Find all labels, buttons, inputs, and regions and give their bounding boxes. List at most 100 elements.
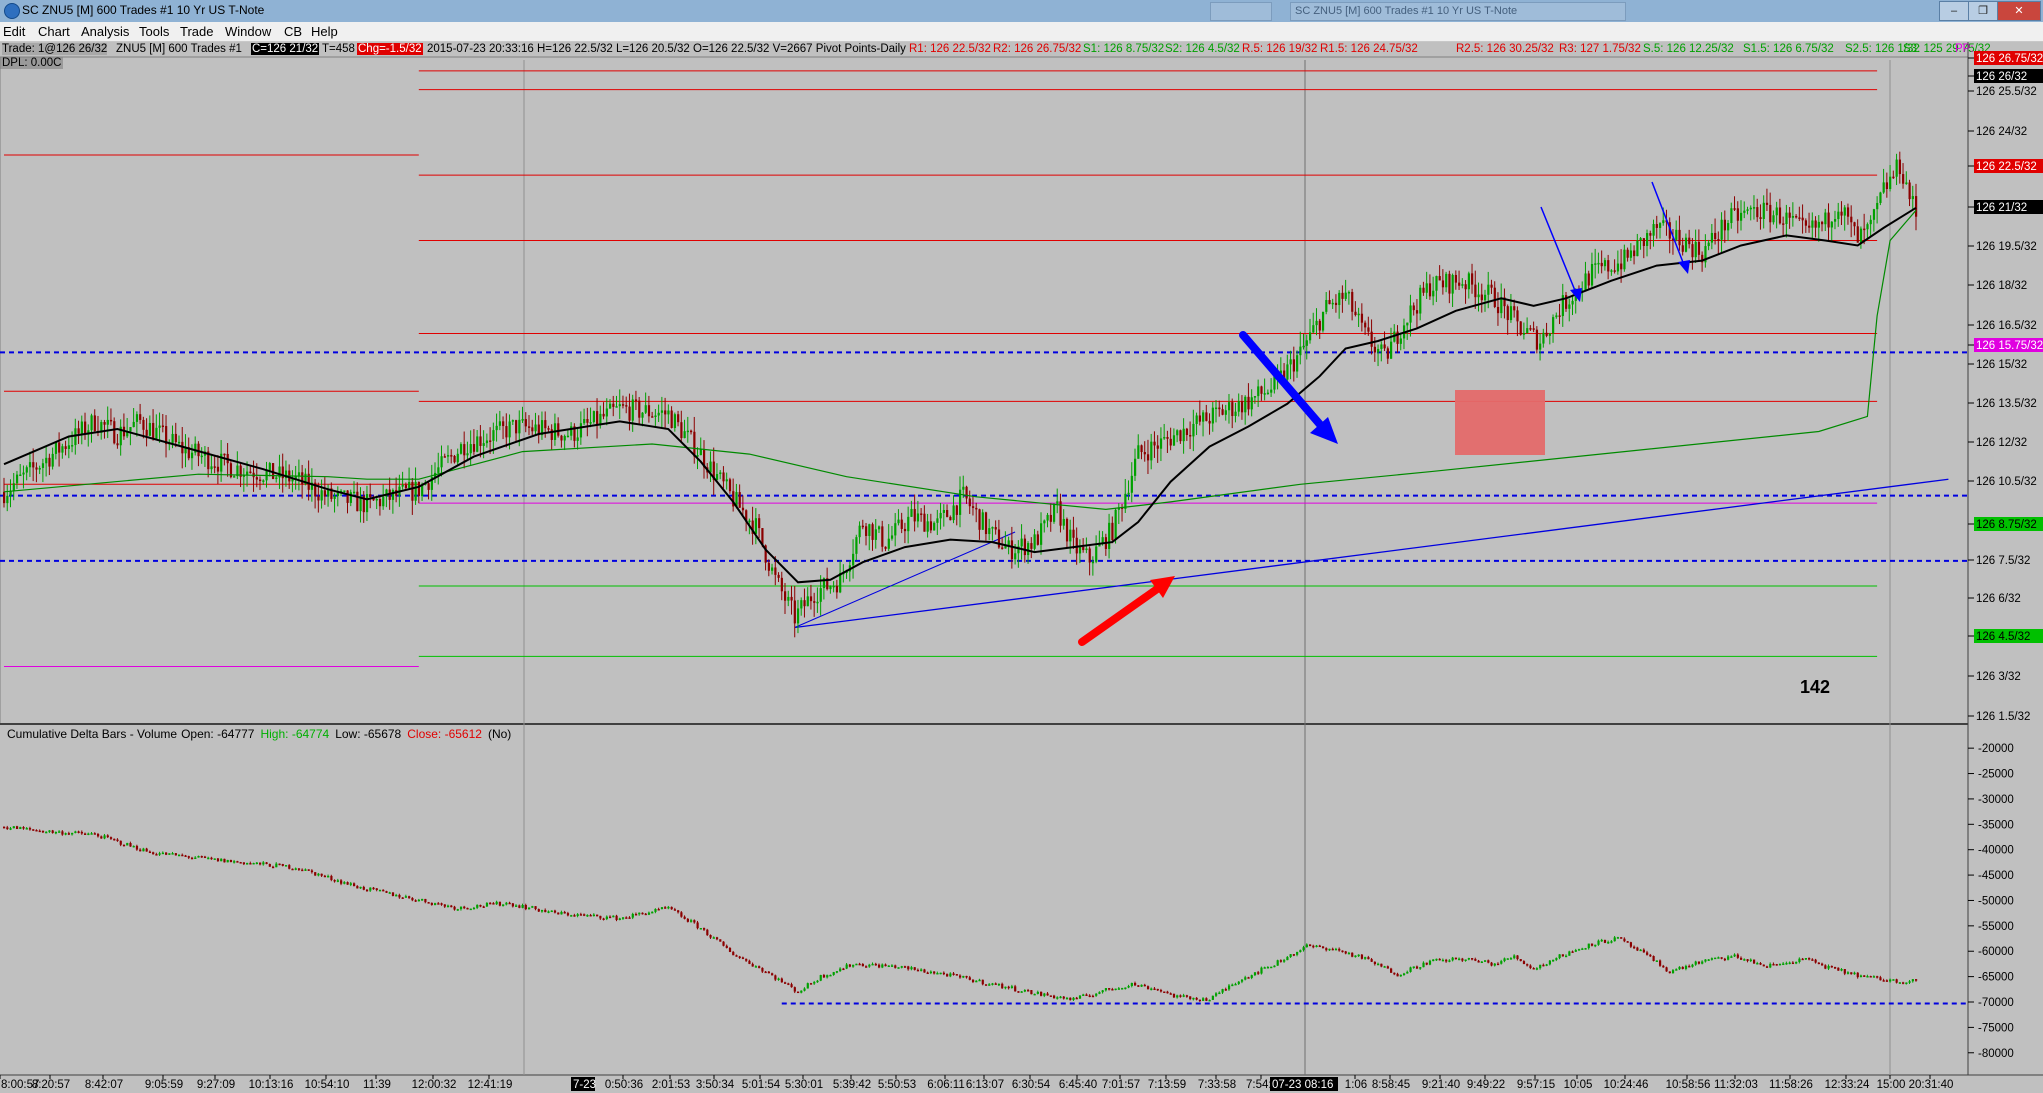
delta-y-axis[interactable]: -20000 -25000 -30000 -35000 -40000 -45000 -500… bbox=[1968, 743, 2014, 1060]
delta-bar bbox=[1620, 937, 1623, 939]
price-y-axis[interactable]: 126 26.75/32 126 26/32 126 25.5/32 126 24/3… bbox=[1968, 51, 2043, 723]
time-axis-label: 5:30:01 bbox=[785, 1079, 823, 1091]
delta-bar bbox=[518, 905, 521, 908]
candle-body bbox=[1415, 310, 1419, 314]
delta-bar bbox=[1639, 949, 1642, 952]
candle-body bbox=[1033, 534, 1036, 549]
delta-bar bbox=[890, 965, 894, 967]
delta-bar bbox=[126, 843, 129, 846]
delta-bar bbox=[1727, 956, 1730, 960]
delta-bar bbox=[1561, 954, 1564, 957]
candle-body bbox=[1866, 224, 1869, 230]
delta-bar bbox=[949, 973, 952, 977]
indicator-title: Cumulative Delta Bars - Volume Open: -647… bbox=[7, 727, 511, 741]
delta-bar bbox=[1905, 982, 1908, 985]
delta-bar bbox=[1383, 966, 1386, 968]
delta-bar bbox=[1312, 945, 1315, 948]
candle-body bbox=[1370, 331, 1373, 347]
candle-body bbox=[1195, 415, 1198, 424]
delta-bar bbox=[758, 966, 761, 968]
delta-bar bbox=[1253, 972, 1257, 976]
candle-body bbox=[93, 415, 96, 431]
candle-body bbox=[408, 481, 411, 489]
delta-axis-label: -80000 bbox=[1978, 1048, 2014, 1060]
delta-bar bbox=[1224, 989, 1227, 991]
candle-body bbox=[1827, 212, 1830, 228]
delta-bar bbox=[531, 906, 534, 908]
moving-average-green bbox=[3, 209, 1917, 511]
candle-body bbox=[32, 462, 35, 468]
delta-bar bbox=[87, 833, 90, 836]
delta-bar bbox=[330, 875, 333, 880]
time-axis-label: 11:39 bbox=[363, 1079, 391, 1091]
candle-body bbox=[1629, 250, 1633, 258]
delta-bar bbox=[158, 853, 161, 855]
candle-body bbox=[1707, 242, 1710, 247]
delta-bar bbox=[12, 826, 15, 829]
candle-body bbox=[1357, 313, 1360, 316]
delta-axis-label: -30000 bbox=[1978, 794, 2014, 806]
delta-bar bbox=[1377, 963, 1380, 966]
delta-bar bbox=[852, 964, 855, 967]
indicator-high: High: -64774 bbox=[260, 727, 329, 741]
price-candles bbox=[3, 151, 1918, 638]
candle-body bbox=[790, 596, 793, 601]
candle-body bbox=[1633, 250, 1636, 257]
delta-bar bbox=[566, 913, 570, 916]
delta-bar bbox=[560, 911, 563, 915]
delta-bar bbox=[822, 975, 826, 978]
delta-bar bbox=[1104, 988, 1108, 991]
delta-bar bbox=[502, 904, 505, 907]
candle-body bbox=[1649, 233, 1652, 236]
candle-body bbox=[1500, 297, 1503, 314]
candle-body bbox=[440, 456, 443, 468]
price-chart[interactable]: 142 Cumulative Delta Bars - Volume Open: … bbox=[0, 0, 2043, 1093]
candle-body bbox=[479, 436, 482, 446]
candle-body bbox=[391, 489, 395, 500]
candle-body bbox=[748, 520, 751, 523]
delta-bar bbox=[881, 964, 884, 968]
candle-body bbox=[1315, 320, 1318, 326]
delta-bar bbox=[1163, 991, 1166, 994]
delta-bar bbox=[1043, 993, 1046, 996]
delta-bar bbox=[375, 888, 378, 891]
candle-body bbox=[6, 495, 9, 504]
delta-bar bbox=[1415, 966, 1419, 969]
delta-bar bbox=[1759, 963, 1762, 965]
candle-body bbox=[583, 418, 586, 424]
delta-bar bbox=[1552, 959, 1555, 962]
delta-bar bbox=[505, 902, 508, 905]
candle-body bbox=[297, 472, 301, 476]
delta-bar bbox=[1571, 951, 1574, 953]
candle-body bbox=[709, 461, 712, 473]
delta-bar bbox=[634, 913, 638, 916]
candle-body bbox=[259, 479, 262, 482]
candle-body bbox=[544, 420, 547, 429]
delta-bar bbox=[1347, 952, 1351, 955]
candle-body bbox=[521, 419, 524, 421]
candle-body bbox=[916, 513, 920, 522]
delta-bar bbox=[343, 882, 346, 884]
candle-body bbox=[495, 425, 498, 431]
candle-body bbox=[660, 410, 664, 413]
delta-bar bbox=[1049, 995, 1052, 997]
delta-bar bbox=[631, 913, 634, 918]
delta-bar bbox=[304, 869, 307, 871]
delta-bar bbox=[1590, 943, 1594, 946]
time-x-axis[interactable]: 8:00:578:20:57 8:42:07 9:05:59 9:27:09 10:13… bbox=[0, 1075, 1953, 1091]
candle-body bbox=[1399, 338, 1402, 344]
delta-bar bbox=[132, 845, 135, 848]
delta-bar bbox=[1811, 959, 1814, 961]
delta-bar bbox=[1655, 960, 1658, 962]
price-axis-label: 126 12/32 bbox=[1976, 437, 2027, 449]
delta-bar bbox=[563, 911, 566, 914]
candle-body bbox=[443, 456, 446, 458]
candle-body bbox=[1198, 415, 1202, 422]
delta-bar bbox=[1658, 960, 1662, 966]
delta-bar bbox=[1892, 979, 1895, 981]
candle-body bbox=[952, 505, 955, 521]
delta-bar bbox=[861, 964, 864, 967]
delta-bar bbox=[45, 831, 48, 834]
candle-body bbox=[835, 585, 839, 593]
time-axis-label: 8:58:45 bbox=[1372, 1079, 1410, 1091]
